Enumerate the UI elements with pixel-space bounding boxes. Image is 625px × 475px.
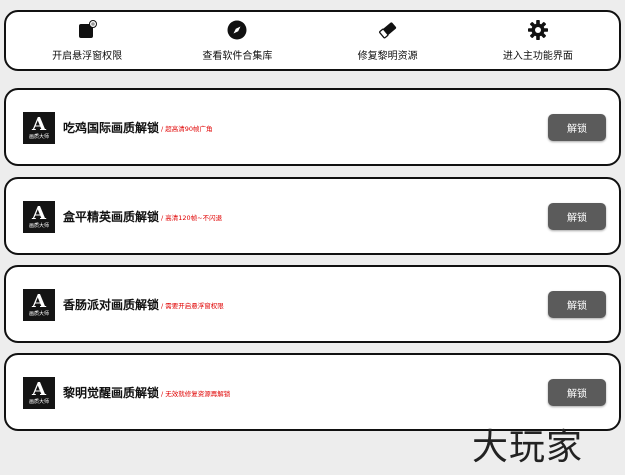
card-title: 吃鸡国际画质解锁 <box>63 121 160 135</box>
card-note: / 需要开启悬浮窗权限 <box>161 302 224 310</box>
unlock-card: A 画质大师 吃鸡国际画质解锁 / 超高清90帧广角 解锁 <box>4 88 621 166</box>
card-title: 香肠派对画质解锁 <box>63 298 160 312</box>
logo-caption: 画质大师 <box>28 311 49 317</box>
logo-caption: 画质大师 <box>28 223 49 229</box>
floating-window-permission-button[interactable]: 开启悬浮窗权限 <box>17 19 157 62</box>
logo-mark: A <box>32 379 46 400</box>
card-title: 盒平精英画质解锁 <box>63 210 160 224</box>
card-note: / 高清120帧~不闪退 <box>161 214 223 222</box>
unlock-card: A 画质大师 盒平精英画质解锁 / 高清120帧~不闪退 解锁 <box>4 177 621 255</box>
logo-caption: 画质大师 <box>28 399 49 405</box>
toolbar-label: 开启悬浮窗权限 <box>52 51 123 62</box>
unlock-button[interactable]: 解锁 <box>548 379 606 406</box>
eraser-icon <box>377 19 399 41</box>
logo-mark: A <box>32 291 46 312</box>
logo-caption: 画质大师 <box>28 134 49 140</box>
app-logo: A 画质大师 <box>23 112 55 144</box>
unlock-card: A 画质大师 香肠派对画质解锁 / 需要开启悬浮窗权限 解锁 <box>4 265 621 343</box>
card-title: 黎明觉醒画质解锁 <box>63 386 160 400</box>
floating-window-icon <box>76 19 98 41</box>
app-logo: A 画质大师 <box>23 377 55 409</box>
unlock-button[interactable]: 解锁 <box>548 291 606 318</box>
card-note: / 超高清90帧广角 <box>161 125 213 133</box>
toolbar-label: 进入主功能界面 <box>502 51 573 62</box>
software-collection-button[interactable]: 查看软件合集库 <box>167 19 307 62</box>
top-toolbar: 开启悬浮窗权限 查看软件合集库 修复黎明资源 进入主功能界面 <box>4 10 621 71</box>
unlock-button[interactable]: 解锁 <box>548 114 606 141</box>
watermark: 大玩家 <box>472 427 584 468</box>
app-logo: A 画质大师 <box>23 201 55 233</box>
card-note: / 无效就修复资源再解锁 <box>161 390 231 398</box>
compass-icon <box>226 19 248 41</box>
unlock-button[interactable]: 解锁 <box>548 203 606 230</box>
repair-dawn-resources-button[interactable]: 修复黎明资源 <box>318 19 458 62</box>
logo-mark: A <box>32 203 46 224</box>
app-logo: A 画质大师 <box>23 289 55 321</box>
toolbar-label: 查看软件合集库 <box>202 51 273 62</box>
main-function-button[interactable]: 进入主功能界面 <box>468 19 608 62</box>
logo-mark: A <box>32 114 46 135</box>
toolbar-label: 修复黎明资源 <box>357 51 418 62</box>
gear-icon <box>527 19 549 41</box>
